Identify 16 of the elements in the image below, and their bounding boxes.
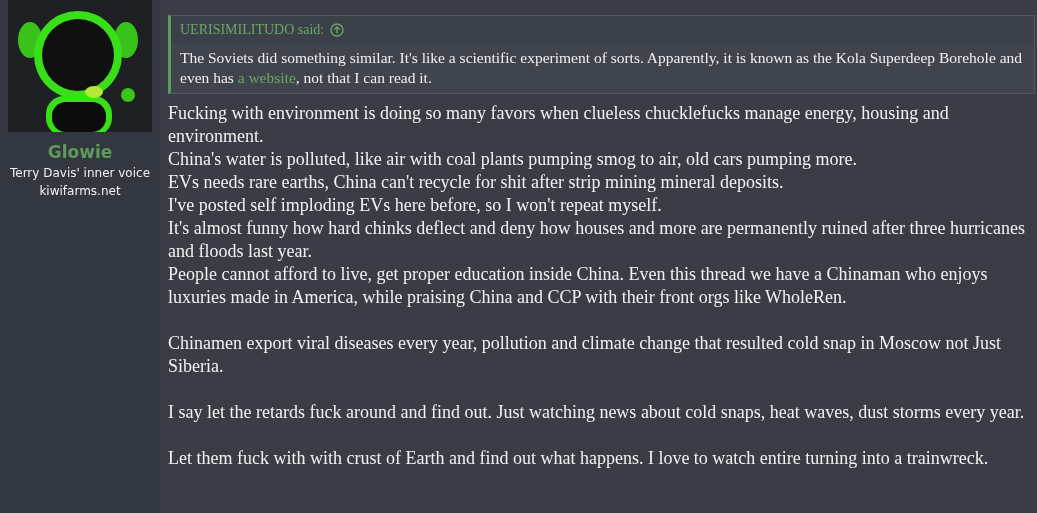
post-text-line: Chinamen export viral diseases every year, pollution and climate change that resulted cold snap in Moscow not Just Siberia. [168, 332, 1003, 378]
post-text-line: I say let the retards fuck around and find out. Just watching news about cold snaps, heat waves, dust storms every year. [168, 401, 1026, 424]
quote-author[interactable]: UERISIMILITUDO said: [180, 22, 325, 38]
post-text-line: It's almost funny how hard chinks deflect and deny how houses and more are permanently ruined after three hurricanes and floods last year. [168, 217, 1026, 263]
post-text-line: Fucking with environment is doing so many favors when clueless chucklefucks manage energy, housing and environment. [168, 102, 950, 148]
arrow-up-icon[interactable] [330, 23, 345, 37]
quote-text: The Soviets did something similar. It's like a scientific experiment of sorts. Apparently, it is known as the Kola Superdeep Borehole and even has a website, not that I can read it. [179, 48, 1024, 88]
post-text-line: EVs needs rare earths, China can't recycle for shit after strip mining mineral deposits. [168, 171, 785, 194]
website-link[interactable]: a website [237, 69, 296, 86]
user-site-label: kiwifarms.net [39, 184, 121, 198]
user-title: Terry Davis' inner voice [9, 166, 151, 180]
post-text-line: Let them fuck with with crust of Earth and find out what happens. I love to watch entire turning into a trainwreck. [168, 447, 990, 470]
post-text-line: People cannot afford to live, get proper education inside China. Even this thread we have a Chinaman who enjoys luxuries made in America, while praising China and CCP with their front orgs like WholeRen. [168, 263, 989, 309]
post-text-line: China's water is polluted, like air with coal plants pumping smog to air, old cars pumping more. [168, 148, 858, 171]
post-text-line: I've posted self imploding EVs here before, so I won't repeat myself. [168, 194, 663, 217]
username[interactable]: Glowie [47, 142, 113, 162]
